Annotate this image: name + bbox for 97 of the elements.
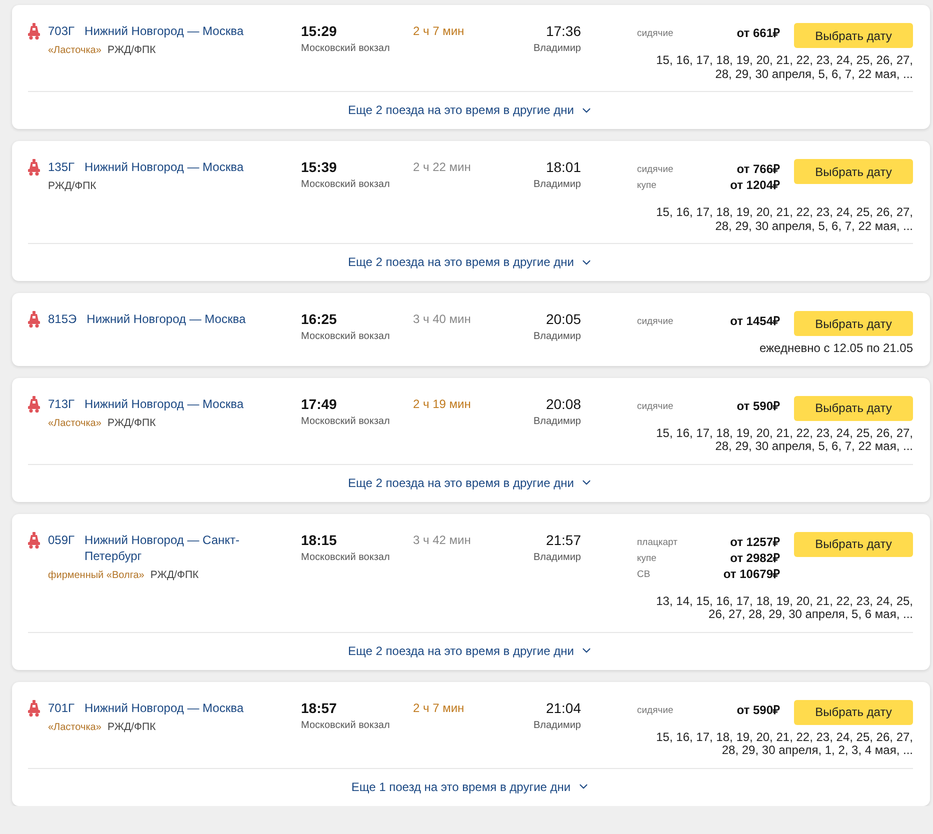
carrier-name: РЖД/ФПК xyxy=(107,416,156,428)
seat-class: купе xyxy=(637,179,658,193)
choose-date-button[interactable]: Выбрать дату xyxy=(794,311,913,336)
carrier-name: РЖД/ФПК xyxy=(107,44,156,56)
carrier-name: РЖД/ФПК xyxy=(48,180,96,192)
arrival-station: Владимир xyxy=(533,179,581,190)
seat-class: сидячие xyxy=(637,163,674,177)
seat-class: сидячие xyxy=(637,704,674,718)
train-number[interactable]: 713Г xyxy=(48,396,75,412)
train-brand: «Ласточка» xyxy=(48,722,102,732)
locomotive-icon xyxy=(28,23,40,40)
arrival-time: 20:08 xyxy=(546,396,581,412)
departure-station: Московский вокзал xyxy=(301,179,390,190)
trip-duration: 2 ч 22 мин xyxy=(413,159,471,176)
fare-price: от 766₽ xyxy=(736,162,780,177)
schedule-dates: 13, 14, 15, 16, 17, 18, 19, 20, 21, 22, 23, 24, 25, xyxy=(656,594,913,608)
trip-duration: 3 ч 40 мин xyxy=(413,311,471,328)
carrier-name: РЖД/ФПК xyxy=(150,568,199,580)
schedule-dates: 28, 29, 30 апреля, 1, 2, 3, 4 мая, ... xyxy=(722,744,913,758)
trip-duration: 2 ч 19 мин xyxy=(413,396,471,412)
train-number[interactable]: 703Г xyxy=(48,23,75,39)
locomotive-icon xyxy=(28,396,40,412)
choose-date-button[interactable]: Выбрать дату xyxy=(794,700,913,724)
trip-duration: 2 ч 7 мин xyxy=(413,700,464,716)
seat-class: плацкарт xyxy=(637,536,678,550)
schedule-dates: 15, 16, 17, 18, 19, 20, 21, 22, 23, 24, 25, 26, 27, xyxy=(656,426,913,440)
schedule-dates: 28, 29, 30 апреля, 5, 6, 7, 22 мая, ... xyxy=(715,220,913,233)
arrival-time: 17:36 xyxy=(546,23,581,40)
departure-time: 16:25 xyxy=(301,311,337,328)
locomotive-icon xyxy=(28,159,40,176)
route-link[interactable]: Нижний Новгород — Москва xyxy=(84,23,244,39)
choose-date-button[interactable]: Выбрать дату xyxy=(794,396,913,420)
fare-price: от 1257₽ xyxy=(730,534,780,550)
seat-class: сидячие xyxy=(637,315,674,329)
departure-station: Московский вокзал xyxy=(301,720,390,730)
fare-price: от 1204₽ xyxy=(730,178,780,193)
arrival-time: 18:01 xyxy=(546,159,581,176)
fare-price: от 10679₽ xyxy=(723,566,780,582)
departure-station: Московский вокзал xyxy=(301,331,390,342)
more-trains-link[interactable]: Еще 2 поезда на это время в другие дни xyxy=(348,103,593,117)
schedule-dates: ежедневно с 12.05 по 21.05 xyxy=(759,342,913,356)
seat-class: сидячие xyxy=(637,400,674,414)
schedule-dates: 28, 29, 30 апреля, 5, 6, 7, 22 мая, ... xyxy=(715,440,913,454)
fare-price: от 590₽ xyxy=(736,398,780,414)
route-link[interactable]: Нижний Новгород — Москва xyxy=(84,159,244,175)
departure-station: Московский вокзал xyxy=(301,552,390,562)
choose-date-button[interactable]: Выбрать дату xyxy=(794,23,913,48)
train-number[interactable]: 701Г xyxy=(48,700,75,716)
departure-time: 15:39 xyxy=(301,159,337,176)
train-brand: фирменный «Волга» xyxy=(48,570,144,580)
seat-class: СВ xyxy=(637,568,652,582)
arrival-station: Владимир xyxy=(533,43,581,54)
fare-price: от 2982₽ xyxy=(730,550,780,566)
fare-price: от 590₽ xyxy=(736,702,780,718)
departure-time: 17:49 xyxy=(301,396,337,412)
arrival-station: Владимир xyxy=(533,552,581,562)
more-trains-link[interactable]: Еще 2 поезда на это время в другие дни xyxy=(348,644,593,658)
arrival-station: Владимир xyxy=(533,416,581,426)
departure-station: Московский вокзал xyxy=(301,416,390,426)
fare-price: от 1454₽ xyxy=(730,314,780,329)
locomotive-icon xyxy=(28,532,40,548)
arrival-station: Владимир xyxy=(533,720,581,730)
trip-duration: 2 ч 7 мин xyxy=(413,23,464,40)
arrival-time: 20:05 xyxy=(546,311,581,328)
arrival-time: 21:57 xyxy=(546,532,581,548)
arrival-station: Владимир xyxy=(533,331,581,342)
more-trains-link[interactable]: Еще 2 поезда на это время в другие дни xyxy=(348,476,593,490)
schedule-dates: 28, 29, 30 апреля, 5, 6, 7, 22 мая, ... xyxy=(715,68,913,81)
route-link[interactable]: Нижний Новгород — Москва xyxy=(84,700,244,716)
seat-class: сидячие xyxy=(637,27,674,41)
locomotive-icon xyxy=(28,700,40,716)
schedule-dates: 15, 16, 17, 18, 19, 20, 21, 22, 23, 24, 25, 26, 27, xyxy=(656,730,913,744)
fare-price: от 661₽ xyxy=(736,26,780,41)
departure-time: 18:15 xyxy=(301,532,337,548)
route-link[interactable]: Нижний Новгород — Москва xyxy=(84,396,244,412)
trip-duration: 3 ч 42 мин xyxy=(413,532,471,548)
departure-time: 18:57 xyxy=(301,700,337,716)
train-number[interactable]: 135Г xyxy=(48,159,75,175)
choose-date-button[interactable]: Выбрать дату xyxy=(794,159,913,184)
schedule-dates: 15, 16, 17, 18, 19, 20, 21, 22, 23, 24, 25, 26, 27, xyxy=(656,206,913,220)
arrival-time: 21:04 xyxy=(546,700,581,716)
choose-date-button[interactable]: Выбрать дату xyxy=(794,532,913,556)
train-brand: «Ласточка» xyxy=(48,418,102,428)
train-number[interactable]: 059Г xyxy=(48,532,75,564)
schedule-dates: 15, 16, 17, 18, 19, 20, 21, 22, 23, 24, 25, 26, 27, xyxy=(656,54,913,68)
schedule-dates: 26, 27, 28, 29, 30 апреля, 5, 6 мая, ... xyxy=(708,608,913,622)
route-link[interactable]: Нижний Новгород — Москва xyxy=(86,311,246,327)
departure-station: Московский вокзал xyxy=(301,43,390,54)
train-number[interactable]: 815Э xyxy=(48,311,77,327)
locomotive-icon xyxy=(28,311,40,328)
carrier-name: РЖД/ФПК xyxy=(107,720,156,732)
seat-class: купе xyxy=(637,552,658,566)
route-link[interactable]: Нижний Новгород — Санкт-Петербург xyxy=(84,532,255,564)
departure-time: 15:29 xyxy=(301,23,337,40)
train-brand: «Ласточка» xyxy=(48,45,102,56)
more-trains-link[interactable]: Еще 2 поезда на это время в другие дни xyxy=(348,255,593,269)
more-trains-link[interactable]: Еще 1 поезд на это время в другие дни xyxy=(351,780,590,794)
